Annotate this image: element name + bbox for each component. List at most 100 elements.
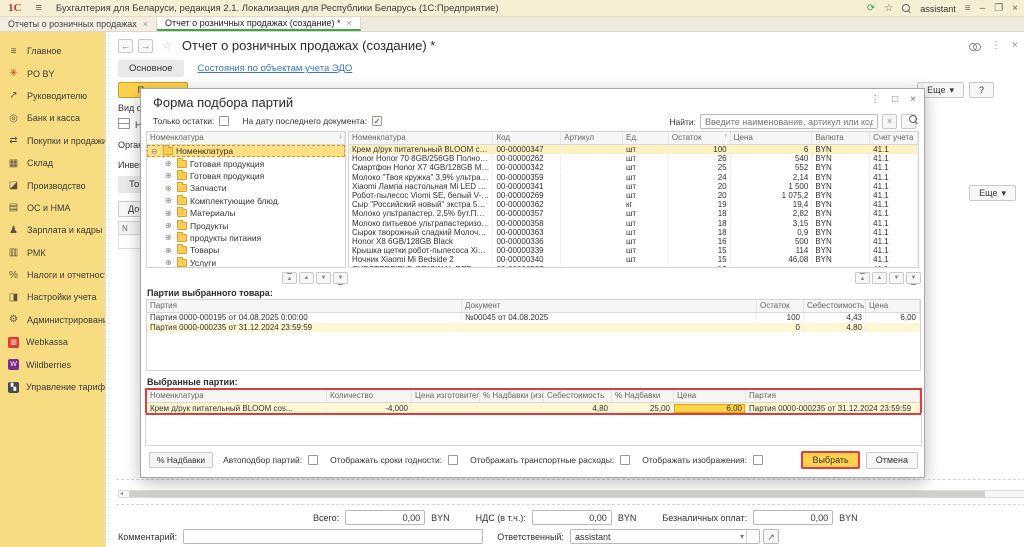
go-bottom-button[interactable]: ▼	[333, 272, 348, 284]
table-row[interactable]: Молоко "Твоя кружка" 3,9% ультрапастер. …	[349, 173, 918, 182]
vat-input[interactable]	[532, 510, 612, 525]
table-row[interactable]: Молоко ультрапастер. 2,5% бут.ПЭТ 1,45л …	[349, 209, 918, 218]
sidebar-item-os-nma[interactable]: ▤ОС и НМА	[0, 197, 105, 219]
chosen-table-empty-area[interactable]	[145, 413, 922, 446]
current-user[interactable]: assistant	[920, 4, 956, 14]
scroll-left-icon[interactable]: ◂	[120, 490, 123, 497]
forward-button[interactable]: →	[138, 39, 153, 53]
sidebar-item-upravlenie-tarifom[interactable]: ▚Управление тарифом	[0, 376, 105, 398]
back-button[interactable]: ←	[118, 39, 133, 53]
col-header-price[interactable]: Цена	[866, 300, 920, 312]
expand-icon[interactable]: ⊕	[165, 233, 174, 242]
col-header-currency[interactable]: Валюта	[812, 132, 870, 144]
expand-icon[interactable]: ⊕	[165, 221, 174, 230]
table-row[interactable]: CHESTERFIELD ORIGINAL RED00-00000332шт12…	[349, 264, 918, 268]
table-row[interactable]: Крем д/рук питательный BLOOM cosmetics г…	[349, 145, 918, 154]
show-transport-checkbox[interactable]	[620, 455, 630, 465]
show-images-checkbox[interactable]	[753, 455, 763, 465]
tree-item[interactable]: ⊕продукты питания	[147, 232, 345, 244]
number-grid-icon[interactable]	[118, 118, 130, 129]
sidebar-item-pokupki-prodazhi[interactable]: ⇄Покупки и продажи	[0, 130, 105, 152]
sidebar-item-nalogi[interactable]: %Налоги и отчетность	[0, 264, 105, 286]
restore-button[interactable]: ❐	[994, 3, 1003, 14]
advanced-search-button[interactable]	[901, 114, 916, 129]
show-expiry-checkbox[interactable]	[448, 455, 458, 465]
updates-icon[interactable]: ⟳	[867, 3, 875, 14]
search-input[interactable]	[700, 114, 878, 129]
minimize-button[interactable]: –	[980, 3, 986, 14]
tree-item-root[interactable]: ⊖Номенклатура	[147, 145, 345, 157]
table-row[interactable]: Партия 0000-000195 от 04.08.2025 0:00:00…	[147, 313, 920, 323]
sidebar-item-rukovoditelyu[interactable]: ↗Руководителю	[0, 85, 105, 107]
table-row[interactable]: Ночник Xiaomi Mi Bedside 200-00000340шт1…	[349, 255, 918, 264]
favorite-star-icon[interactable]: ☆	[162, 39, 172, 52]
expand-icon[interactable]: ⊕	[165, 184, 174, 193]
sidebar-item-bank-kassa[interactable]: ◎Банк и касса	[0, 107, 105, 129]
col-header-batch[interactable]: Партия	[746, 390, 920, 402]
col-header-nomenclature[interactable]: Номенклатура	[147, 390, 327, 402]
go-top-button[interactable]: ▲	[282, 272, 297, 284]
table-row[interactable]: Honor X8 6GB/128GB Black00-00000336шт165…	[349, 237, 918, 246]
table-row[interactable]: Сыр "Российский новый" экстра 50% (Скиде…	[349, 200, 918, 209]
tree-item[interactable]: ⊕Готовая продукция	[147, 170, 345, 182]
sidebar-item-po-by[interactable]: ✳PO BY	[0, 62, 105, 84]
go-up-button[interactable]: ▲	[872, 272, 887, 284]
tab-close-icon[interactable]: ×	[143, 19, 148, 29]
expand-icon[interactable]: ⊕	[165, 246, 174, 255]
goods-more-button[interactable]: Еще▾	[969, 185, 1016, 201]
table-row[interactable]: Xiaomi Лампа настольная Mi LED Desk Lamp…	[349, 182, 918, 191]
horizontal-scrollbar[interactable]: ◂ ▸	[118, 490, 1024, 498]
go-down-button[interactable]: ▼	[889, 272, 904, 284]
expand-icon[interactable]: ⊕	[165, 258, 174, 267]
sidebar-item-sklad[interactable]: ▦Склад	[0, 152, 105, 174]
dialog-maximize-icon[interactable]: □	[892, 94, 898, 105]
col-header-code[interactable]: Код	[493, 132, 561, 144]
autoselect-checkbox[interactable]	[308, 455, 318, 465]
col-header-cost[interactable]: Себестоимость	[804, 300, 866, 312]
cancel-button[interactable]: Отмена	[866, 452, 918, 469]
col-header-markup[interactable]: % Надбавки	[612, 390, 674, 402]
tree-item[interactable]: ⊕Комплектующие блюд.	[147, 195, 345, 207]
col-header-unit[interactable]: Ед.	[623, 132, 669, 144]
col-header-remainder[interactable]: Остаток	[757, 300, 804, 312]
go-bottom-button[interactable]: ▼	[906, 272, 921, 284]
sidebar-item-zarplata-kadry[interactable]: ♟Зарплата и кадры	[0, 219, 105, 241]
table-row[interactable]: Партия 0000-000235 от 31.12.2024 23:59:5…	[147, 323, 920, 333]
tree-item[interactable]: ⊕Услуги	[147, 257, 345, 268]
chevron-down-icon[interactable]: ▾	[740, 532, 744, 541]
col-header-maker-price[interactable]: Цена изготовителя	[412, 390, 480, 402]
search-icon[interactable]	[902, 4, 911, 13]
dialog-close-icon[interactable]: ×	[910, 94, 916, 105]
tab-reports-list[interactable]: Отчеты о розничных продажах ×	[0, 17, 157, 31]
select-button[interactable]: Выбрать	[801, 451, 859, 469]
col-header-batch[interactable]: Партия	[147, 300, 462, 312]
close-button[interactable]: ×	[1012, 3, 1018, 14]
dialog-more-icon[interactable]: ⋮	[870, 94, 880, 105]
sidebar-item-webkassa[interactable]: ▥Webkassa	[0, 331, 105, 353]
tree-item[interactable]: ⊕Товары	[147, 244, 345, 256]
main-menu-icon[interactable]: ≡	[35, 2, 41, 14]
collapse-icon[interactable]: ⊖	[151, 147, 160, 156]
tree-item[interactable]: ⊕Материалы	[147, 207, 345, 219]
cashless-input[interactable]	[753, 510, 833, 525]
tab-osnovnoe[interactable]: Основное	[118, 60, 184, 77]
expand-icon[interactable]: ⊕	[165, 209, 174, 218]
expand-icon[interactable]: ⊕	[165, 171, 174, 180]
tree-item[interactable]: ⊕Продукты	[147, 219, 345, 231]
go-top-button[interactable]: ▲	[855, 272, 870, 284]
markups-button[interactable]: % Надбавки	[149, 452, 213, 468]
expand-icon[interactable]: ⊕	[165, 159, 174, 168]
sidebar-item-proizvodstvo[interactable]: ◪Производство	[0, 174, 105, 196]
table-row[interactable]: Honor Honor 70 8GB/256GB Полночный черны…	[349, 154, 918, 163]
tree-header[interactable]: Номенклатура↓	[147, 132, 345, 144]
sidebar-item-rmk[interactable]: ▥РМК	[0, 242, 105, 264]
col-header-document[interactable]: Документ	[462, 300, 757, 312]
col-header-account[interactable]: Счет учета	[870, 132, 918, 144]
tab-edo-states[interactable]: Состояния по объектам учета ЭДО	[198, 63, 353, 74]
tab-report-new[interactable]: Отчет о розничных продажах (создание) * …	[157, 17, 361, 31]
sidebar-item-wildberries[interactable]: WWildberries	[0, 353, 105, 375]
sidebar-item-glavnoe[interactable]: ≡Главное	[0, 40, 105, 62]
only-remainders-checkbox[interactable]	[219, 116, 229, 126]
col-header-remainder[interactable]: Остаток↑	[669, 132, 731, 144]
total-input[interactable]	[345, 510, 425, 525]
